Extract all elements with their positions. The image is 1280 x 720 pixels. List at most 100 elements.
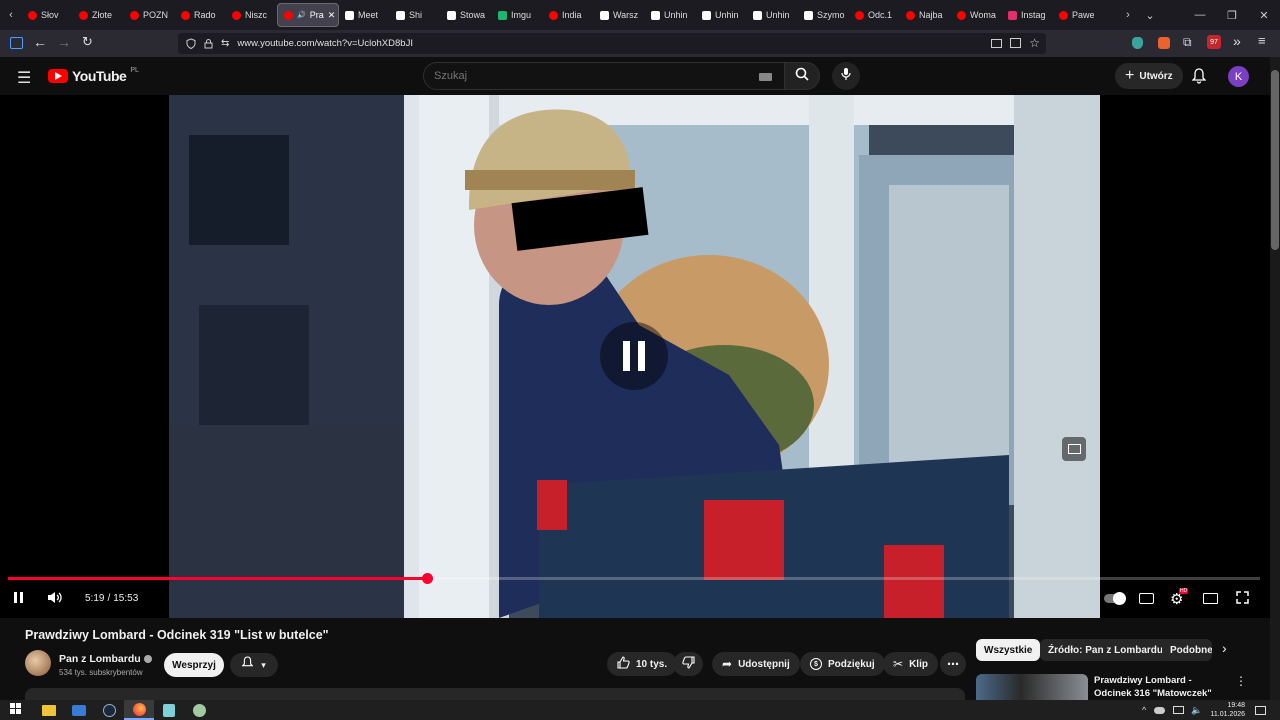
extension-badge-icon[interactable]: 97	[1207, 35, 1221, 49]
search-input[interactable]	[434, 70, 734, 82]
chip-all[interactable]: Wszystkie	[976, 639, 1041, 661]
tab-scroll-right-button[interactable]: ›	[1117, 3, 1139, 27]
speaker-icon[interactable]: 🔈	[1191, 705, 1202, 716]
chip-source[interactable]: Źródło: Pan z Lombardu	[1040, 639, 1171, 661]
cloud-icon[interactable]	[1154, 706, 1166, 714]
taskbar-app-5[interactable]	[154, 700, 184, 720]
browser-tab[interactable]: 🔊 Pra ✕	[277, 3, 339, 27]
taskbar-file-explorer[interactable]	[34, 700, 64, 720]
recommended-video-thumbnail[interactable]	[976, 674, 1088, 700]
reader-view-icon[interactable]	[1010, 38, 1022, 48]
close-window-button[interactable]: ✕	[1248, 3, 1280, 27]
hamburger-menu-icon[interactable]: ☰	[17, 68, 31, 88]
back-arrow-icon[interactable]: ←	[33, 34, 47, 50]
account-avatar[interactable]: K	[1228, 66, 1249, 87]
browser-tab[interactable]: Instag	[1002, 3, 1053, 27]
fullscreen-icon[interactable]	[1236, 591, 1249, 609]
browser-tab[interactable]: Niszc	[226, 3, 277, 27]
theater-mode-icon[interactable]	[1203, 593, 1218, 604]
chips-next-icon[interactable]: ›	[1222, 640, 1227, 656]
browser-tab[interactable]: Najba	[900, 3, 951, 27]
taskbar-app-2[interactable]	[64, 700, 94, 720]
recommended-video-title[interactable]: Prawdziwy Lombard - Odcinek 316 "Matowcz…	[1094, 674, 1229, 700]
url-text[interactable]: www.youtube.com/watch?v=UclohXD8bJI	[237, 38, 413, 49]
miniplayer-button[interactable]	[1062, 437, 1086, 461]
support-button[interactable]: Wesprzyj	[164, 653, 224, 677]
youtube-logo[interactable]: YouTube PL	[48, 67, 139, 84]
channel-avatar[interactable]	[25, 650, 51, 676]
taskbar-firefox[interactable]	[124, 700, 154, 720]
tray-chevron-icon[interactable]: ^	[1142, 705, 1146, 715]
video-player[interactable]: 5:19 / 15:53 ⚙ HD	[0, 95, 1270, 618]
bookmark-star-icon[interactable]: ☆	[1029, 36, 1040, 50]
tab-close-icon[interactable]: ✕	[328, 10, 336, 21]
reload-icon[interactable]: ↻	[82, 34, 93, 50]
picture-in-picture-icon[interactable]	[991, 38, 1003, 48]
like-button[interactable]: 10 tys.	[607, 652, 678, 676]
description-box-edge[interactable]	[25, 688, 965, 700]
channel-name[interactable]: Pan z Lombardu	[59, 653, 152, 665]
voice-search-button[interactable]	[832, 62, 860, 90]
browser-tab[interactable]: Warsz	[594, 3, 645, 27]
scrollbar-thumb[interactable]	[1271, 70, 1279, 250]
browser-tab[interactable]: Unhin	[645, 3, 696, 27]
browser-tab[interactable]: Rado	[175, 3, 226, 27]
search-box[interactable]	[423, 62, 785, 90]
browser-tab[interactable]: Shi	[390, 3, 441, 27]
browser-tab[interactable]: Woma	[951, 3, 1002, 27]
tray-clock[interactable]: 19:48 11.01.2026	[1210, 701, 1245, 719]
restore-window-button[interactable]: ❐	[1216, 3, 1248, 27]
create-button[interactable]: + Utwórz	[1115, 63, 1183, 89]
pause-indicator[interactable]	[600, 322, 668, 390]
permissions-icon[interactable]: ⇆	[221, 38, 229, 49]
pause-button[interactable]	[14, 592, 23, 603]
extensions-puzzle-icon[interactable]: ⧉	[1183, 35, 1192, 50]
taskbar-steam[interactable]	[94, 700, 124, 720]
forward-arrow-icon[interactable]: →	[57, 34, 71, 50]
tab-list-menu-button[interactable]: ⌄	[1139, 3, 1161, 27]
address-bar[interactable]: ⇆ www.youtube.com/watch?v=UclohXD8bJI ☆	[178, 33, 1046, 54]
volume-icon[interactable]	[47, 591, 63, 609]
search-button[interactable]	[784, 62, 820, 90]
menu-icon[interactable]: ≡	[1258, 33, 1266, 48]
browser-tab[interactable]: POZN	[124, 3, 175, 27]
browser-tab[interactable]: Słov	[22, 3, 73, 27]
clip-button[interactable]: ✂ Klip	[883, 652, 938, 676]
browser-tab[interactable]: Złote	[73, 3, 124, 27]
start-button[interactable]	[0, 700, 30, 720]
dislike-button[interactable]	[673, 652, 703, 676]
browser-tab[interactable]: Imgu	[492, 3, 543, 27]
browser-tab[interactable]: Pawe	[1053, 3, 1104, 27]
notification-bell-button[interactable]: ▾	[230, 653, 278, 677]
autoplay-toggle[interactable]	[1104, 592, 1126, 605]
notification-center-icon[interactable]	[1255, 705, 1266, 715]
more-actions-button[interactable]: ⋯	[940, 652, 966, 676]
browser-tab[interactable]: Unhin	[696, 3, 747, 27]
extension-fox-icon[interactable]	[1158, 37, 1170, 49]
taskbar-app-6[interactable]	[184, 700, 214, 720]
browser-tab[interactable]: Stowa	[441, 3, 492, 27]
progress-bar[interactable]	[8, 573, 1260, 584]
network-icon[interactable]	[1173, 706, 1185, 714]
more-vertical-icon[interactable]: ⋮	[1235, 674, 1247, 688]
subtitles-icon[interactable]	[1139, 593, 1154, 604]
tab-scroll-left-button[interactable]: ‹	[0, 3, 22, 27]
overflow-chevron-icon[interactable]: »	[1233, 33, 1241, 49]
audio-playing-icon[interactable]: 🔊	[297, 11, 306, 19]
browser-tab[interactable]: Unhin	[747, 3, 798, 27]
keyboard-icon[interactable]	[759, 73, 772, 81]
channel-name-text[interactable]: Pan z Lombardu	[59, 653, 141, 665]
share-button[interactable]: ➦ Udostępnij	[712, 652, 800, 676]
browser-tab[interactable]: Meet	[339, 3, 390, 27]
extension-shield-icon[interactable]	[1132, 37, 1143, 49]
settings-button[interactable]: ⚙ HD	[1170, 588, 1189, 609]
verified-check-icon	[143, 655, 152, 663]
minimize-window-button[interactable]: —	[1184, 3, 1216, 27]
browser-tab[interactable]: Szymo	[798, 3, 849, 27]
notifications-bell-icon[interactable]	[1191, 68, 1207, 89]
browser-tab[interactable]: Odc.1	[849, 3, 900, 27]
sidebar-toggle-icon[interactable]	[10, 37, 23, 49]
browser-tab[interactable]: India	[543, 3, 594, 27]
chip-related[interactable]: Podobne	[1162, 639, 1212, 661]
thanks-button[interactable]: $ Podziękuj	[800, 652, 885, 676]
